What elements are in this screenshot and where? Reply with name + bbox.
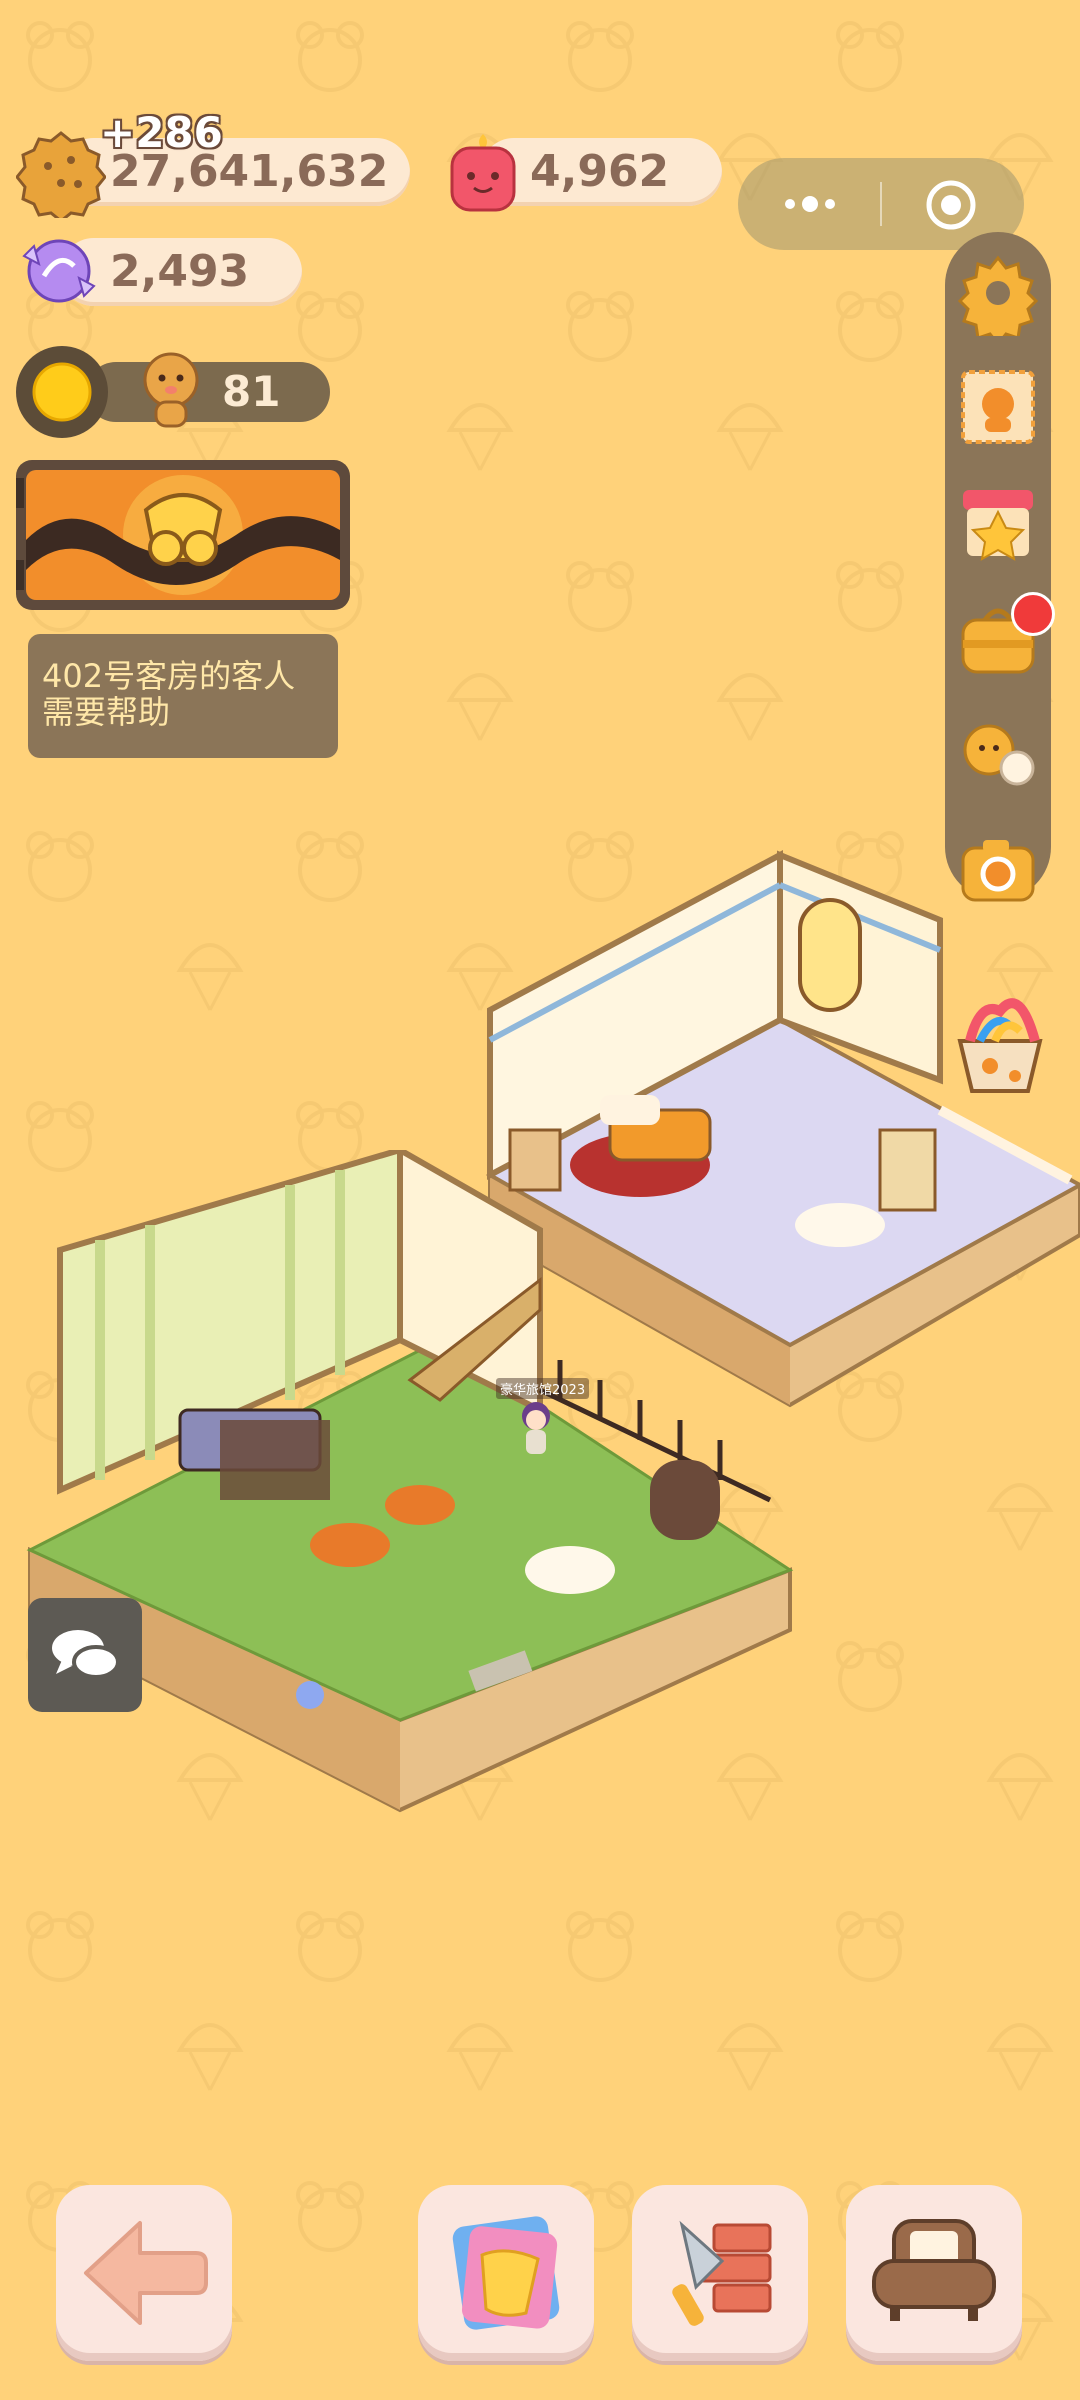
wallpaper-icon <box>452 2216 560 2330</box>
target-icon[interactable] <box>924 178 978 232</box>
sofa-icon <box>872 2219 996 2321</box>
more-dots-icon[interactable] <box>780 190 840 218</box>
guest-help-notice[interactable]: 402号客房的客人 需要帮助 <box>28 634 338 758</box>
back-button[interactable] <box>56 2185 232 2361</box>
friends-icon[interactable] <box>955 714 1041 800</box>
bag-notification-badge <box>1011 592 1055 636</box>
chat-button[interactable] <box>28 1598 142 1712</box>
gear-icon[interactable] <box>955 250 1041 336</box>
decor-shop-button[interactable] <box>418 2185 594 2361</box>
player-avatar[interactable] <box>518 1398 554 1460</box>
player-name-tag: 豪华旅馆2023 <box>496 1378 590 1399</box>
gingerbread-icon <box>143 352 199 428</box>
side-menu <box>945 232 1055 902</box>
trowel-brick-icon <box>672 2220 772 2326</box>
event-banner[interactable] <box>16 460 350 610</box>
resident-bar[interactable]: 81 <box>16 346 330 438</box>
chat-bubbles-icon <box>52 1630 120 1679</box>
hint-line-1: 402号客房的客人 <box>42 657 296 695</box>
film-reel-icon <box>26 470 340 600</box>
furniture-button[interactable] <box>846 2185 1022 2361</box>
jelly-candle-icon <box>450 134 516 212</box>
resident-count: 81 <box>222 367 281 416</box>
hint-line-2: 需要帮助 <box>42 693 171 731</box>
cookie-gain: +286 <box>100 108 223 157</box>
cookie-icon <box>16 131 106 218</box>
candy-gem-icon <box>22 239 96 303</box>
build-button[interactable] <box>632 2185 808 2361</box>
stamp-icon[interactable] <box>955 364 1041 450</box>
sun-icon <box>32 362 92 422</box>
hotel-lobby[interactable] <box>0 1150 800 1870</box>
arrow-left-icon <box>84 2221 208 2325</box>
star-shop-icon[interactable] <box>955 480 1041 566</box>
